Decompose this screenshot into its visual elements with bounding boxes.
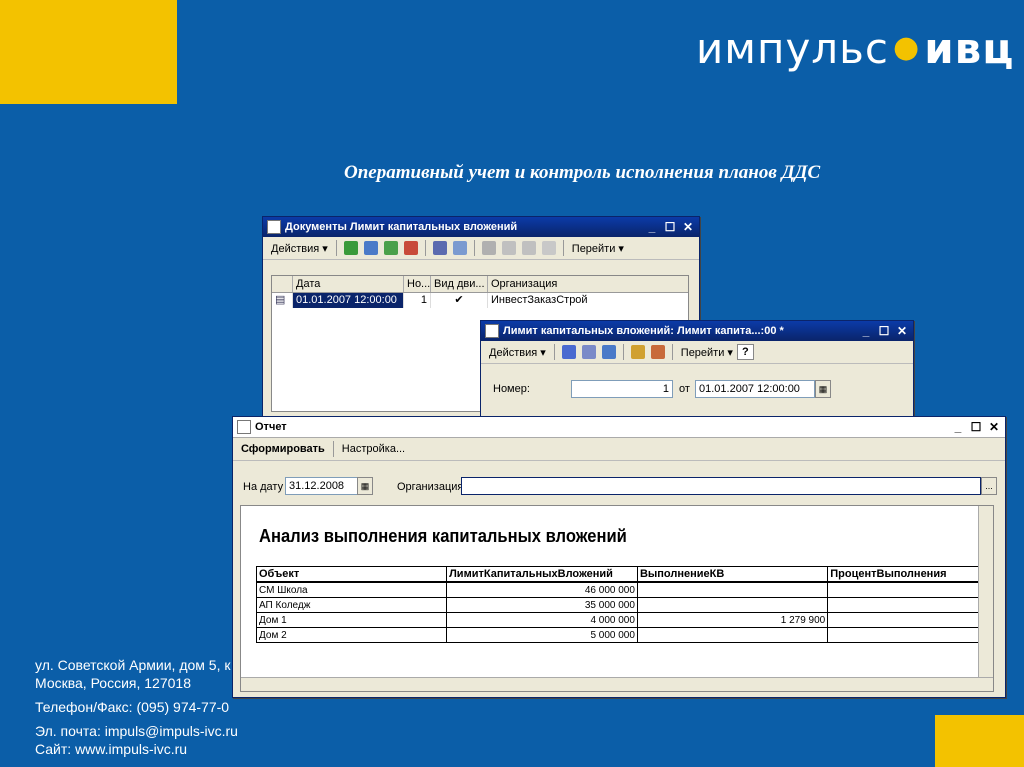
minimize-icon[interactable]: _ [951, 420, 965, 434]
documents-toolbar: Действия ▾ Перейти ▾ [263, 237, 699, 260]
filter-clear-icon[interactable] [541, 241, 556, 255]
report-window-titlebar: Отчет _ ☐ ✕ [233, 417, 1005, 438]
report-table: Объект ЛимитКапитальныхВложений Выполнен… [255, 566, 993, 643]
date-field[interactable]: 31.12.2008 [285, 477, 359, 495]
horizontal-scrollbar[interactable] [241, 677, 993, 691]
report-window-title: Отчет [255, 421, 287, 433]
site-line: Сайт: www.impuls-ivc.ru [35, 741, 188, 757]
report-spreadsheet: Анализ выполнения капитальных вложений О… [240, 505, 994, 692]
report-title: Анализ выполнения капитальных вложений [259, 526, 627, 546]
yellow-corner-top [0, 0, 177, 104]
address-line-2: Москва, Россия, 127018 [35, 675, 191, 691]
header-limit: ЛимитКапитальныхВложений [446, 566, 638, 583]
goto-menu[interactable]: Перейти ▾ [677, 345, 737, 360]
document-icon: ▤ [272, 293, 293, 308]
from-label: от [679, 383, 690, 395]
search-icon[interactable] [452, 241, 467, 255]
maximize-icon[interactable]: ☐ [877, 324, 891, 338]
check-icon: ✔ [431, 293, 488, 308]
goto-menu[interactable]: Перейти ▾ [568, 241, 628, 256]
header-object: Объект [255, 566, 448, 583]
contacts-block: ул. Советской Армии, дом 5, к Москва, Ро… [35, 656, 238, 758]
email-line: Эл. почта: impuls@impuls-ivc.ru [35, 723, 238, 739]
column-movement-type[interactable]: Вид дви... [431, 276, 488, 292]
close-icon[interactable]: ✕ [681, 220, 695, 234]
table-row: Дом 14 000 0001 279 90031 [255, 612, 993, 628]
address-line-1: ул. Советской Армии, дом 5, к [35, 657, 231, 673]
table-row: АП Коледж 35 000 000 [255, 597, 993, 613]
post-icon[interactable] [581, 345, 596, 359]
report-icon [237, 420, 251, 434]
table-row[interactable]: ▤ 01.01.2007 12:00:00 1 ✔ ИнвестЗаказСтр… [272, 293, 688, 308]
report-toolbar: Сформировать Настройка... [233, 438, 1005, 461]
phone-line: Телефон/Факс: (095) 974-77-0 [35, 699, 230, 715]
filter-list-icon[interactable] [501, 241, 516, 255]
copy-icon[interactable] [363, 241, 378, 255]
refresh-icon[interactable] [601, 345, 616, 359]
date-label: На дату [243, 481, 284, 493]
close-icon[interactable]: ✕ [987, 420, 1001, 434]
vertical-scrollbar[interactable] [978, 506, 993, 691]
column-date[interactable]: Дата [293, 276, 404, 292]
column-number[interactable]: Но... [404, 276, 431, 292]
add-icon[interactable] [343, 241, 358, 255]
movements-icon[interactable] [650, 345, 665, 359]
back-icon[interactable] [561, 345, 576, 359]
organization-label: Организация [397, 481, 464, 493]
close-icon[interactable]: ✕ [895, 324, 909, 338]
actions-menu[interactable]: Действия ▾ [485, 345, 550, 360]
maximize-icon[interactable]: ☐ [969, 420, 983, 434]
yellow-corner-bottom [935, 715, 1024, 767]
document-window-title: Лимит капитальных вложений: Лимит капита… [503, 325, 784, 337]
calendar-icon[interactable]: ▦ [357, 477, 373, 495]
maximize-icon[interactable]: ☐ [663, 220, 677, 234]
filter-value-icon[interactable] [521, 241, 536, 255]
minimize-icon[interactable]: _ [859, 324, 873, 338]
documents-window-title: Документы Лимит капитальных вложений [285, 221, 518, 233]
delete-icon[interactable] [403, 241, 418, 255]
documents-window-titlebar: Документы Лимит капитальных вложений _ ☐ ✕ [263, 217, 699, 237]
document-toolbar: Действия ▾ Перейти ▾ ? [481, 341, 913, 364]
table-row: Дом 25 000 000 [255, 627, 993, 643]
edit-icon[interactable] [383, 241, 398, 255]
select-icon[interactable]: ... [981, 477, 997, 495]
filter-icon[interactable] [481, 241, 496, 255]
table-row: СМ Школа 46 000 000 [255, 581, 993, 598]
number-label: Номер: [493, 383, 530, 395]
settings-button[interactable]: Настройка... [338, 442, 409, 456]
document-icon [485, 324, 499, 338]
interval-icon[interactable] [432, 241, 447, 255]
company-logo: импульс ●ивц [696, 24, 1015, 73]
help-button[interactable]: ? [736, 344, 754, 360]
document-window-titlebar: Лимит капитальных вложений: Лимит капита… [481, 321, 913, 341]
header-percent: ПроцентВыполнения [827, 566, 993, 583]
organization-field[interactable]: ИнвестЗаказСтрой [461, 477, 981, 495]
calendar-icon[interactable]: ▦ [815, 380, 831, 398]
structure-icon[interactable] [630, 345, 645, 359]
slide-title: Оперативный учет и контроль исполнения п… [344, 162, 821, 183]
number-field[interactable]: 1 [571, 380, 673, 398]
actions-menu[interactable]: Действия ▾ [267, 241, 332, 256]
minimize-icon[interactable]: _ [645, 220, 659, 234]
date-field[interactable]: 01.01.2007 12:00:00 [695, 380, 815, 398]
generate-button[interactable]: Сформировать [237, 442, 329, 456]
column-organization[interactable]: Организация [488, 276, 674, 292]
header-execution: ВыполнениеКВ [636, 566, 829, 583]
document-form-window: Лимит капитальных вложений: Лимит капита… [480, 320, 914, 422]
folder-icon [267, 220, 281, 234]
